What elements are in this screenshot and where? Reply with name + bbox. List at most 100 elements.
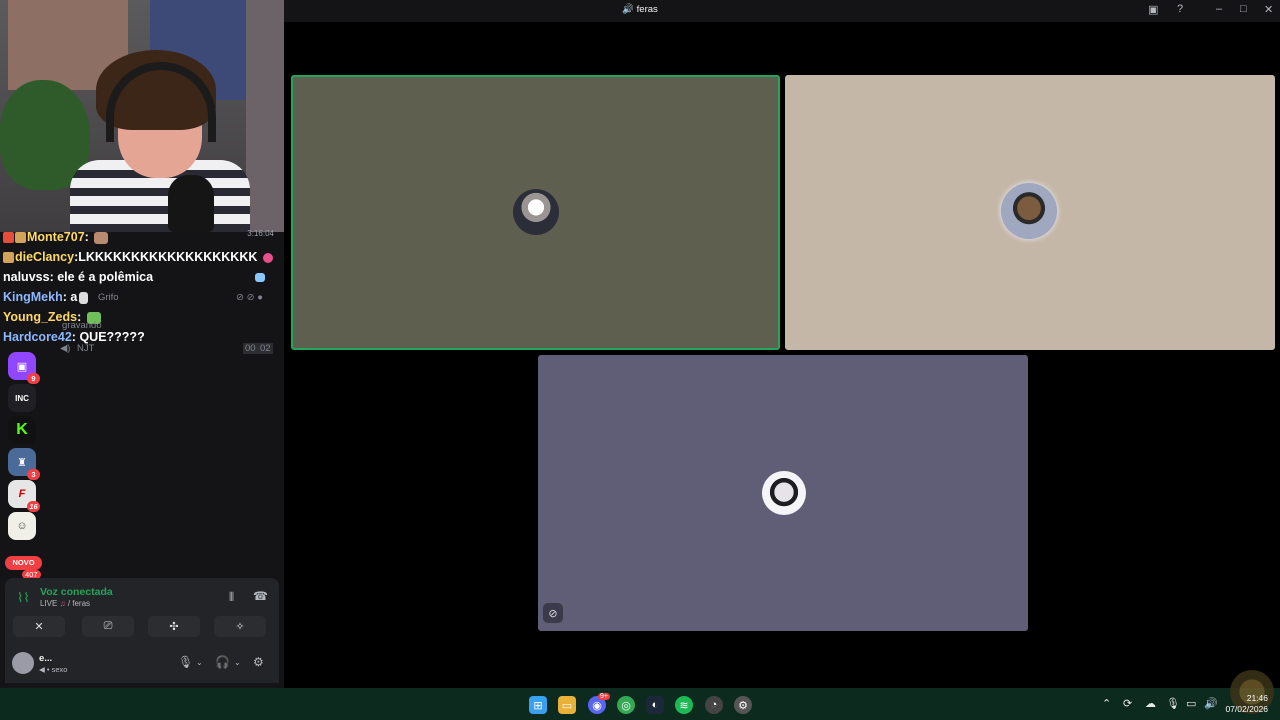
screen-share-button[interactable]: ⎚ (82, 616, 134, 637)
volume-icon[interactable]: 🔊 (1204, 697, 1218, 710)
microphone (168, 175, 214, 232)
live-icon: ♫ (59, 599, 66, 608)
activities-icon: ✣ (169, 621, 179, 633)
window-title-text: feras (636, 4, 658, 15)
activity-text: sexo (51, 665, 68, 674)
microphone-icon[interactable]: 🎙 (178, 655, 193, 669)
chat-text: LKKKKKKKKKKKKKKKKKKK (78, 250, 258, 264)
chat-message: Young_Zeds: (0, 308, 284, 328)
chat-username: Hardcore42 (3, 330, 72, 344)
kick-icon[interactable]: K (8, 416, 36, 444)
minimize-icon[interactable]: – (1216, 3, 1222, 15)
disconnect-icon[interactable]: ☎ (253, 589, 268, 603)
chat-colon: : (84, 230, 93, 244)
settings-icon[interactable]: ⚙ (734, 696, 752, 714)
notification-count: 3 (27, 469, 40, 480)
time: 21:46 (1246, 693, 1268, 703)
username[interactable]: e... (39, 653, 52, 664)
shelf (246, 0, 284, 232)
avatar[interactable] (12, 652, 34, 674)
new-badge[interactable]: NOVO (5, 556, 42, 570)
camera-off-icon: ✕ (34, 621, 44, 633)
voice-tile[interactable] (785, 75, 1275, 350)
live-label: LIVE (40, 599, 58, 608)
chevron-up-icon[interactable]: ⌃ (1102, 697, 1111, 710)
chat-message: Hardcore42: QUE????? (0, 328, 284, 348)
sync-icon[interactable]: ⟳ (1123, 697, 1132, 710)
spotify-icon[interactable]: ≋ (675, 696, 693, 714)
camera-off-icon: ⊘ (543, 603, 563, 623)
chat-username: KingMekh (3, 290, 63, 304)
date: 07/02/2026 (1225, 704, 1268, 714)
twitch-icon[interactable]: ▣ 9 (8, 352, 40, 384)
chat-message: Monte707: (0, 228, 284, 248)
chrome-icon[interactable]: ◎ (617, 696, 635, 714)
notification-count: 16 (27, 501, 40, 512)
avatar (513, 189, 559, 235)
inc-server-icon[interactable]: INC (8, 384, 36, 412)
inbox-icon[interactable]: ▣ (1148, 3, 1158, 16)
screen-share-icon: ⎚ (103, 620, 113, 632)
file-explorer-icon[interactable]: ▭ (558, 696, 576, 714)
badge-icon (3, 252, 14, 264)
character-server-icon[interactable]: ☺ (8, 512, 36, 540)
headphones-icon[interactable]: 🎧 (215, 655, 230, 669)
chevron-down-icon[interactable]: ⌄ (234, 658, 241, 667)
maximize-icon[interactable]: □ (1240, 3, 1247, 15)
f1-server-icon[interactable]: F 16 (8, 480, 40, 512)
obs-icon[interactable]: ◔ (705, 696, 723, 714)
close-icon[interactable]: ✕ (1264, 3, 1273, 16)
voice-status[interactable]: Voz conectada (40, 586, 113, 598)
voice-channel-name[interactable]: / feras (68, 599, 90, 608)
speaker-icon: ◀) (60, 343, 71, 354)
chat-message: dieClancy:LKKKKKKKKKKKKKKKKKKK (0, 248, 284, 268)
voice-member-name: gravando (62, 320, 102, 331)
voice-tile[interactable]: ⊘ (538, 355, 1028, 631)
avatar (762, 471, 806, 515)
user-activity: ◀ • sexo (39, 665, 68, 674)
voice-channel-info: LIVE ♫ / feras (40, 599, 90, 608)
signal-icon[interactable]: ⌇⌇ (17, 590, 30, 606)
voice-tile-speaking[interactable] (291, 75, 780, 350)
badge-icon (15, 232, 26, 244)
voice-member-name: NJT (77, 343, 95, 354)
notification-count: 9+ (598, 693, 610, 700)
badge-icon (3, 232, 14, 244)
voice-channel-icon: 🔊 (622, 4, 635, 15)
voice-connection-panel: ⌇⌇ Voz conectada LIVE ♫ / feras ⫴ ☎ ✕ ⎚ … (5, 578, 279, 683)
chevron-down-icon[interactable]: ⌄ (196, 658, 203, 667)
chat-text: ele é a polêmica (57, 270, 154, 284)
start-icon[interactable]: ⊞ (529, 696, 547, 714)
notification-count: 9 (27, 373, 40, 384)
window-titlebar: 🔊 feras ▣ ? – □ ✕ (284, 0, 1280, 22)
camera-toggle-button[interactable]: ✕ (13, 616, 65, 637)
soundboard-icon[interactable]: ⫴ (229, 590, 234, 605)
window-title: 🔊 feras (284, 4, 996, 15)
network-icon[interactable]: ▭ (1186, 697, 1196, 710)
voice-member-name: Grifo (98, 292, 119, 303)
emote-icon (79, 291, 89, 304)
user-panel: e... ◀ • sexo 🎙 ⌄ 🎧 ⌄ ⚙ (5, 648, 279, 682)
gear-icon[interactable]: ⚙ (253, 655, 264, 669)
avatar (1001, 183, 1057, 239)
voice-timer: 00 (243, 343, 258, 354)
taskbar: ⊞ ▭ ◉ 9+ ◎ ◐ ≋ ◔ ⚙ ⌃ ⟳ ☁ 🎙 ▭ 🔊 21:46 07/… (0, 670, 1280, 720)
chat-username: naluvss (3, 270, 50, 284)
emote-icon (94, 231, 109, 244)
steam-icon[interactable]: ◐ (646, 696, 664, 714)
soundboard-icon: ✧ (235, 621, 245, 633)
soundboard-button[interactable]: ✧ (214, 616, 266, 637)
chat-text: QUE????? (79, 330, 145, 344)
cloud-icon[interactable]: ☁ (1145, 697, 1156, 710)
castle-server-icon[interactable]: ♜ 3 (8, 448, 40, 480)
chat-message: naluvss: ele é a polêmica (0, 268, 284, 288)
help-icon[interactable]: ? (1177, 3, 1183, 15)
microphone-icon[interactable]: 🎙 (1166, 697, 1180, 710)
clock[interactable]: 21:46 07/02/2026 (1225, 693, 1268, 715)
voice-status-icons: ⊘ ⊘ ● (236, 292, 263, 303)
server-rail: ▣ 9 INC K ♜ 3 F 16 ☺ (8, 352, 40, 544)
activities-button[interactable]: ✣ (148, 616, 200, 637)
chat-username: dieClancy (15, 250, 75, 264)
chat-text: a (70, 290, 78, 304)
stream-chat: Monte707: dieClancy:LKKKKKKKKKKKKKKKKKKK… (0, 228, 284, 348)
